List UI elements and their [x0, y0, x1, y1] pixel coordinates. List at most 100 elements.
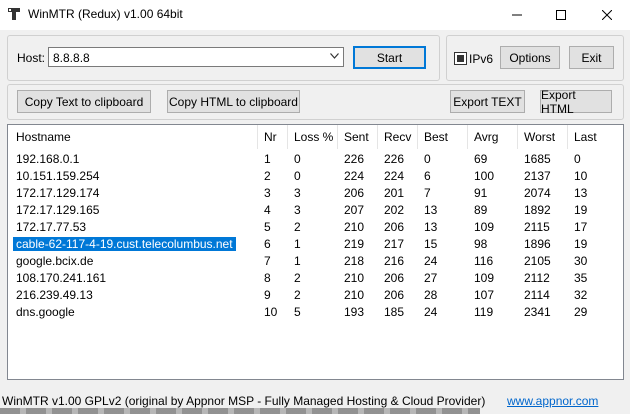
table-cell: 6 [264, 237, 271, 251]
column-header-best[interactable]: Best [424, 125, 448, 149]
table-row[interactable]: 192.168.0.1 1 0 226 226 0 69 1685 0 [8, 151, 623, 168]
table-cell: 0 [294, 169, 301, 183]
table-cell: 2137 [524, 169, 551, 183]
start-button[interactable]: Start [353, 46, 426, 69]
ipv6-checkbox[interactable] [454, 52, 467, 65]
column-header-nr[interactable]: Nr [264, 125, 277, 149]
column-divider[interactable] [377, 125, 378, 149]
table-header: Hostname Nr Loss % Sent Recv Best Avrg W… [8, 125, 623, 149]
table-row[interactable]: google.bcix.de 7 1 218 216 24 116 2105 30 [8, 253, 623, 270]
table-cell: 216.239.49.13 [16, 288, 93, 302]
table-cell: 0 [294, 152, 301, 166]
table-cell: 1896 [524, 237, 551, 251]
export-html-button[interactable]: Export HTML [540, 88, 612, 116]
table-cell: 7 [264, 254, 271, 268]
table-cell: 108.170.241.161 [16, 271, 107, 285]
column-divider[interactable] [417, 125, 418, 149]
table-cell: 4 [264, 203, 271, 217]
column-header-sent[interactable]: Sent [344, 125, 369, 149]
table-cell: 116 [474, 254, 494, 268]
table-cell: 9 [264, 288, 271, 302]
table-cell: 185 [384, 305, 405, 319]
table-cell: 226 [384, 152, 405, 166]
table-row[interactable]: 10.151.159.254 2 0 224 224 6 100 2137 10 [8, 168, 623, 185]
table-cell: 1685 [524, 152, 551, 166]
table-cell: 6 [424, 169, 431, 183]
host-combobox[interactable]: 8.8.8.8 [48, 47, 344, 67]
table-cell: 2 [264, 169, 271, 183]
table-cell: 5 [264, 220, 271, 234]
results-table[interactable]: Hostname Nr Loss % Sent Recv Best Avrg W… [7, 124, 624, 380]
close-button[interactable] [584, 0, 630, 30]
table-cell: 2114 [524, 288, 550, 302]
table-cell: 24 [424, 254, 438, 268]
table-row[interactable]: 172.17.129.165 4 3 207 202 13 89 1892 19 [8, 202, 623, 219]
column-header-hostname[interactable]: Hostname [16, 125, 71, 149]
maximize-icon [556, 10, 566, 20]
table-cell: 27 [424, 271, 438, 285]
column-header-avrg[interactable]: Avrg [474, 125, 498, 149]
table-cell: 192.168.0.1 [16, 152, 80, 166]
table-cell: 13 [424, 203, 438, 217]
chevron-down-icon[interactable] [330, 53, 339, 59]
table-cell: 2115 [524, 220, 550, 234]
table-cell: 3 [294, 203, 301, 217]
host-value: 8.8.8.8 [53, 51, 90, 65]
export-text-button[interactable]: Export TEXT [450, 90, 525, 113]
column-divider[interactable] [517, 125, 518, 149]
table-row[interactable]: 108.170.241.161 8 2 210 206 27 109 2112 35 [8, 270, 623, 287]
table-cell: dns.google [16, 305, 75, 319]
maximize-button[interactable] [538, 0, 584, 30]
table-cell: 210 [344, 271, 365, 285]
table-cell: 3 [264, 186, 271, 200]
minimize-button[interactable] [494, 0, 540, 30]
table-row[interactable]: 172.17.77.53 5 2 210 206 13 109 2115 17 [8, 219, 623, 236]
table-cell: 210 [344, 288, 365, 302]
table-row[interactable]: 216.239.49.13 9 2 210 206 28 107 2114 32 [8, 287, 623, 304]
table-cell: 24 [424, 305, 438, 319]
table-cell: 206 [344, 186, 365, 200]
table-cell: 35 [574, 271, 588, 285]
column-header-loss[interactable]: Loss % [294, 125, 333, 149]
table-cell: 218 [344, 254, 365, 268]
checkbox-mark [457, 55, 464, 62]
table-cell: 0 [574, 152, 581, 166]
ipv6-label: IPv6 [469, 52, 494, 66]
table-row[interactable]: cable-62-117-4-19.cust.telecolumbus.net 6… [8, 236, 623, 253]
table-cell: 69 [474, 152, 488, 166]
title-bar: WinMTR (Redux) v1.00 64bit [0, 0, 630, 30]
website-link[interactable]: www.appnor.com [507, 394, 598, 408]
copy-html-button[interactable]: Copy HTML to clipboard [167, 90, 300, 113]
options-button[interactable]: Options [500, 46, 560, 69]
copy-text-button[interactable]: Copy Text to clipboard [17, 90, 151, 113]
table-cell: 201 [384, 186, 405, 200]
table-cell: cable-62-117-4-19.cust.telecolumbus.net [13, 236, 236, 253]
column-header-last[interactable]: Last [574, 125, 597, 149]
table-cell: 206 [384, 288, 405, 302]
table-cell: 207 [344, 203, 365, 217]
column-header-worst[interactable]: Worst [524, 125, 555, 149]
table-cell: 28 [424, 288, 438, 302]
column-header-recv[interactable]: Recv [384, 125, 411, 149]
column-divider[interactable] [337, 125, 338, 149]
table-cell: 98 [474, 237, 488, 251]
table-cell: 100 [474, 169, 495, 183]
table-cell: 2 [294, 220, 301, 234]
table-cell: 10 [574, 169, 588, 183]
table-cell: 2112 [524, 271, 550, 285]
table-row[interactable]: dns.google 10 5 193 185 24 119 2341 29 [8, 304, 623, 321]
column-divider[interactable] [467, 125, 468, 149]
table-cell: 172.17.77.53 [16, 220, 87, 234]
table-row[interactable]: 172.17.129.174 3 3 206 201 7 91 2074 13 [8, 185, 623, 202]
table-cell: 7 [424, 186, 431, 200]
table-cell: 1 [264, 152, 271, 166]
table-cell: 30 [574, 254, 588, 268]
exit-button[interactable]: Exit [569, 46, 614, 69]
table-cell: 13 [574, 186, 588, 200]
column-divider[interactable] [567, 125, 568, 149]
table-cell: 10.151.159.254 [16, 169, 100, 183]
column-divider[interactable] [257, 125, 258, 149]
column-divider[interactable] [287, 125, 288, 149]
table-cell: 2341 [524, 305, 551, 319]
table-cell: 91 [474, 186, 488, 200]
